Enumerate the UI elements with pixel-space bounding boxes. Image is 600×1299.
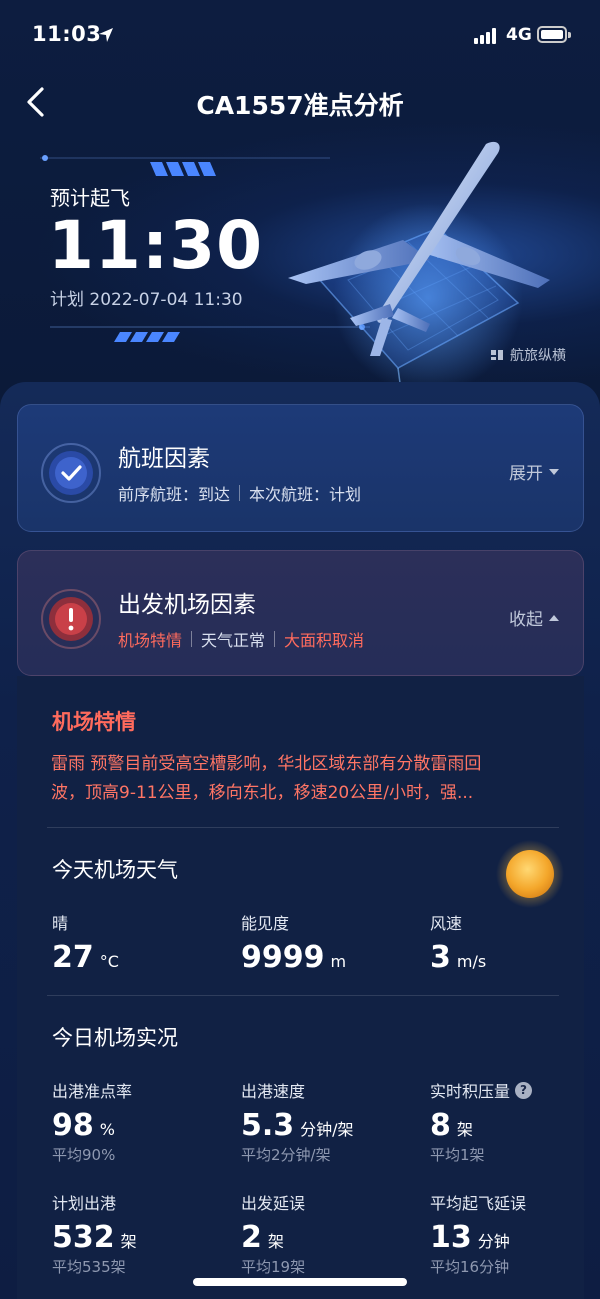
weather-visibility: 能见度 9999 m [241, 910, 346, 975]
home-indicator[interactable] [193, 1278, 407, 1286]
previous-flight-status: 前序航班：到达 [118, 485, 231, 504]
departure-delays-stat: 出发延误 2 架 平均19架 [241, 1190, 305, 1277]
airport-factors-summary: 机场特情 天气正常 大面积取消 [118, 627, 364, 651]
weather-title: 今天机场天气 [52, 858, 178, 882]
temperature-value: 27 [52, 940, 94, 975]
stat-value: 2 [241, 1220, 262, 1255]
help-icon[interactable]: ? [515, 1081, 533, 1099]
stat-value: 8 [430, 1108, 451, 1143]
check-circle-icon [41, 443, 101, 503]
stat-label: 平均起飞延误 [430, 1194, 527, 1213]
battery-icon [537, 26, 571, 43]
weather-temperature: 晴 27 °C [52, 910, 119, 975]
caret-down-icon [549, 468, 559, 475]
screen: 11:03 4G CA1557准点分析 预计起飞 11:30 计划 2022-0… [0, 0, 600, 1299]
stat-average: 平均19架 [241, 1258, 306, 1276]
airport-factors-title: 出发机场因素 [118, 592, 256, 618]
stat-average: 平均535架 [52, 1258, 126, 1276]
flight-factors-summary: 前序航班：到达 本次航班：计划 [118, 481, 361, 505]
stat-label: 计划出港 [52, 1194, 117, 1213]
stat-label: 出港速度 [241, 1082, 306, 1101]
separator [239, 485, 241, 501]
current-flight-status: 本次航班：计划 [249, 485, 362, 504]
mass-cancel-tag: 大面积取消 [284, 631, 365, 650]
special-situation-notice[interactable]: 雷雨 预警目前受高空槽影响，华北区域东部有分散雷雨回 波，顶高9-11公里，移向… [51, 750, 561, 808]
stat-unit: 架 [267, 1232, 284, 1251]
special-situation-title: 机场特情 [52, 710, 136, 734]
stat-label: 出港准点率 [52, 1082, 133, 1101]
location-arrow-icon [99, 28, 113, 42]
brand-logo-icon [491, 350, 503, 360]
airport-special-tag: 机场特情 [118, 631, 183, 650]
stat-average: 平均2分钟/架 [241, 1146, 331, 1164]
collapse-toggle[interactable]: 收起 [509, 605, 559, 630]
collapse-label: 收起 [509, 610, 543, 630]
weather-normal-tag: 天气正常 [201, 631, 266, 650]
stat-value: 5.3 [241, 1108, 295, 1143]
planned-departures-stat: 计划出港 532 架 平均535架 [52, 1190, 137, 1277]
stat-average: 平均1架 [430, 1146, 485, 1164]
weather-wind: 风速 3 m/s [430, 910, 486, 975]
weather-condition: 晴 [52, 914, 69, 933]
average-takeoff-delay-stat: 平均起飞延误 13 分钟 平均16分钟 [430, 1190, 526, 1277]
stat-unit: 分钟 [477, 1232, 510, 1251]
sun-icon [496, 840, 564, 908]
departure-airport-factors-card[interactable]: 出发机场因素 机场特情 天气正常 大面积取消 收起 [17, 550, 584, 676]
wind-value: 3 [430, 940, 451, 975]
notice-line: 雷雨 预警目前受高空槽影响，华北区域东部有分散雷雨回 [51, 754, 482, 774]
stat-average: 平均90% [52, 1146, 116, 1164]
brand-label: 航旅纵横 [510, 348, 566, 364]
stat-unit: 架 [456, 1120, 473, 1139]
expand-label: 展开 [509, 464, 543, 484]
wind-label: 风速 [430, 914, 463, 933]
stat-label: 出发延误 [241, 1194, 306, 1213]
status-bar: 11:03 4G [0, 0, 600, 70]
temperature-unit: °C [99, 952, 119, 971]
stat-unit: % [99, 1120, 115, 1139]
caret-up-icon [549, 614, 559, 621]
divider [47, 827, 559, 828]
live-status-title: 今日机场实况 [52, 1026, 178, 1050]
stat-value: 13 [430, 1220, 472, 1255]
network-label: 4G [506, 25, 532, 45]
visibility-label: 能见度 [241, 914, 290, 933]
signal-icon [474, 28, 500, 44]
stat-unit: 架 [120, 1232, 137, 1251]
stat-unit: 分钟/架 [300, 1120, 354, 1139]
status-time: 11:03 [32, 22, 102, 46]
alert-circle-icon [41, 589, 101, 649]
divider [47, 995, 559, 996]
separator [274, 631, 276, 647]
brand-watermark: 航旅纵横 [488, 345, 566, 365]
wind-unit: m/s [456, 952, 487, 971]
stat-value: 532 [52, 1220, 115, 1255]
stat-label: 实时积压量 [430, 1082, 511, 1101]
on-time-rate-stat: 出港准点率 98 % 平均90% [52, 1078, 132, 1165]
expand-toggle[interactable]: 展开 [509, 459, 559, 484]
stat-value: 98 [52, 1108, 94, 1143]
flight-factors-title: 航班因素 [118, 446, 210, 472]
planned-time: 计划 2022-07-04 11:30 [50, 290, 243, 310]
stat-average: 平均16分钟 [430, 1258, 510, 1276]
separator [191, 631, 193, 647]
backlog-stat: 实时积压量 ? 8 架 平均1架 [430, 1078, 533, 1165]
visibility-value: 9999 [241, 940, 325, 975]
departure-speed-stat: 出港速度 5.3 分钟/架 平均2分钟/架 [241, 1078, 354, 1165]
notice-line: 波，顶高9-11公里，移向东北，移速20公里/小时，强... [51, 783, 474, 803]
flight-factors-card[interactable]: 航班因素 前序航班：到达 本次航班：计划 展开 [17, 404, 584, 532]
depart-time: 11:30 [48, 207, 264, 284]
visibility-unit: m [330, 952, 347, 971]
page-title: CA1557准点分析 [196, 91, 404, 120]
